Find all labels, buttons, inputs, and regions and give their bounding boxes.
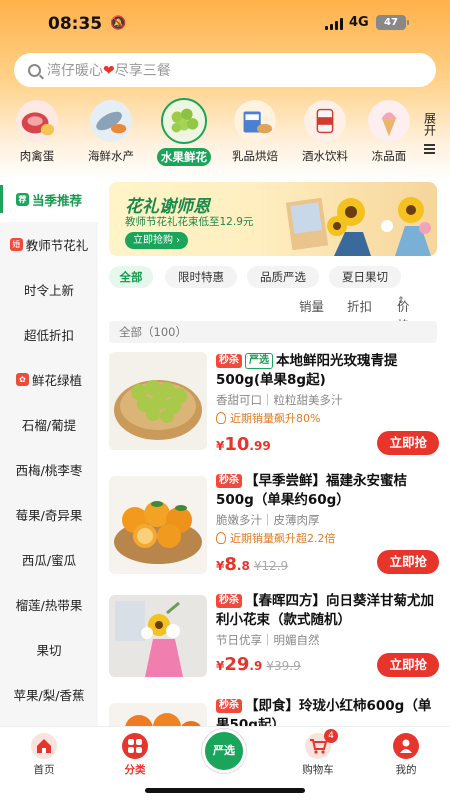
product-title: 秒杀 【春晖四方】向日葵洋甘菊尤加利小花束（款式随机） <box>216 593 434 628</box>
product-image-bouquet <box>109 595 207 677</box>
status-time: 08:35 <box>48 14 103 34</box>
sidebar-item-melon[interactable]: 西瓜/蜜瓜 <box>0 537 98 582</box>
category-meat[interactable]: 肉禽蛋 <box>6 98 68 164</box>
filter-chips: 全部 限时特惠 品质严选 夏日果切 <box>109 266 439 288</box>
product-card[interactable]: 秒杀 严选 本地鲜阳光玫瑰青提500g(单果8g起) 香甜可口｜粒粒甜美多汁 近期销… <box>109 352 439 462</box>
sales-trend: 近期销量飙升超2.2倍 <box>216 530 438 546</box>
flash-sale-badge: 秒杀 <box>216 699 242 713</box>
sidebar-item-teachers-day[interactable]: 婚 教师节花礼 <box>0 222 98 267</box>
seafood-icon <box>88 98 134 144</box>
fire-icon <box>216 412 226 424</box>
sidebar-item-flowers[interactable]: ✿ 鲜花绿植 <box>0 357 98 402</box>
sales-trend: 近期销量飙升80% <box>216 410 438 426</box>
product-image-persimmons <box>109 703 207 726</box>
meat-icon <box>14 98 60 144</box>
sort-bar: 销量 折扣 价格 ⇕ <box>299 296 410 333</box>
menu-lines-icon <box>420 144 438 154</box>
sidebar-item-apple[interactable]: 苹果/梨/香蕉 <box>0 672 98 717</box>
tab-category[interactable]: 分类 <box>105 733 165 777</box>
network-label: 4G <box>349 15 369 30</box>
product-subtitle: 香甜可口｜粒粒甜美多汁 <box>216 393 343 407</box>
product-subtitle: 节日优享｜明媚自然 <box>216 633 320 647</box>
sort-sales[interactable]: 销量 <box>299 296 324 315</box>
tab-home[interactable]: 首页 <box>14 733 74 777</box>
product-price: ¥29.9 ¥39.9 <box>216 654 301 675</box>
category-dairy[interactable]: 乳品烘焙 <box>224 98 286 164</box>
sort-discount[interactable]: 折扣 <box>347 296 372 315</box>
original-price: ¥12.9 <box>253 559 289 573</box>
dairy-icon <box>232 98 278 144</box>
product-price: ¥10.99 <box>216 434 271 455</box>
fruit-icon <box>161 98 207 144</box>
product-card[interactable]: 秒杀 【早季尝鲜】福建永安蜜桔500g（单果约60g） 脆嫩多汁｜皮薄肉厚 近期销… <box>109 472 439 582</box>
frozen-icon <box>366 98 412 144</box>
filter-quality[interactable]: 品质严选 <box>247 266 319 288</box>
home-indicator <box>145 788 305 793</box>
flash-sale-badge: 秒杀 <box>216 474 242 488</box>
teachers-day-tag-icon: 婚 <box>9 238 23 251</box>
signal-icon <box>325 18 343 30</box>
original-price: ¥39.9 <box>266 659 301 673</box>
search-icon <box>28 63 41 77</box>
sidebar-item-discount[interactable]: 超低折扣 <box>0 312 98 357</box>
sort-arrows-icon: ⇕ <box>397 296 405 306</box>
product-title: 秒杀 严选 本地鲜阳光玫瑰青提500g(单果8g起) <box>216 353 398 388</box>
tab-profile[interactable]: 我的 <box>376 733 436 777</box>
fire-icon <box>216 532 226 544</box>
heart-icon: ❤ <box>103 63 115 79</box>
status-bar: 08:35 🔕 4G 47 <box>0 0 450 46</box>
expand-categories-button[interactable]: 展开 <box>420 112 438 156</box>
banner-buy-button[interactable]: 立即抢购 › <box>125 232 189 249</box>
sidebar-item-seasonal[interactable]: 荐 当季推荐 <box>0 177 98 222</box>
sidebar-item-plum[interactable]: 西梅/桃李枣 <box>0 447 98 492</box>
drinks-icon <box>302 98 348 144</box>
sidebar-item-new-season[interactable]: 时令上新 <box>0 267 98 312</box>
category-frozen[interactable]: 冻品面 <box>358 98 420 164</box>
bouquet-image <box>285 197 431 256</box>
cart-count-badge: 4 <box>324 729 338 743</box>
filter-all[interactable]: 全部 <box>109 266 153 288</box>
strict-select-badge: 严选 <box>245 353 273 369</box>
strict-select-icon: 严选 <box>213 744 235 757</box>
product-subtitle: 脆嫩多汁｜皮薄肉厚 <box>216 513 320 527</box>
product-title: 秒杀 【即食】玲珑小红柿600g（单果50g起） <box>216 698 432 726</box>
filter-summer-fruit-cut[interactable]: 夏日果切 <box>329 266 401 288</box>
sidebar-item-berries[interactable]: 莓果/奇异果 <box>0 492 98 537</box>
product-count: 全部（100） <box>109 321 437 343</box>
category-sidebar: 荐 当季推荐 婚 教师节花礼 时令上新 超低折扣 ✿ 鲜花绿植 石榴/葡提 西梅… <box>0 177 98 729</box>
product-card[interactable]: 秒杀 【即食】玲珑小红柿600g（单果50g起） <box>109 697 439 726</box>
banner-subtitle: 教师节花礼花束低至12.9元 <box>125 216 254 228</box>
product-title: 秒杀 【早季尝鲜】福建永安蜜桔500g（单果约60g） <box>216 473 407 508</box>
profile-icon <box>393 733 419 759</box>
category-drinks[interactable]: 酒水饮料 <box>294 98 356 164</box>
tab-strict-select[interactable]: 严选 <box>202 729 246 773</box>
search-input[interactable]: 湾仔暖心❤尽享三餐 <box>14 53 436 87</box>
product-image-grapes <box>109 352 207 450</box>
product-card[interactable]: 秒杀 【春晖四方】向日葵洋甘菊尤加利小花束（款式随机） 节日优享｜明媚自然 ¥29… <box>109 592 439 692</box>
buy-now-button[interactable]: 立即抢 <box>377 550 439 574</box>
filter-limited-offer[interactable]: 限时特惠 <box>165 266 237 288</box>
sidebar-item-durian[interactable]: 榴莲/热带果 <box>0 582 98 627</box>
mute-bell-icon: 🔕 <box>110 16 127 31</box>
battery-icon: 47 <box>376 15 409 30</box>
buy-now-button[interactable]: 立即抢 <box>377 431 439 455</box>
buy-now-button[interactable]: 立即抢 <box>377 653 439 677</box>
category-icon <box>122 733 148 759</box>
category-seafood[interactable]: 海鲜水产 <box>80 98 142 164</box>
promo-banner[interactable]: 花礼谢师恩 教师节花礼花束低至12.9元 立即抢购 › <box>109 182 437 256</box>
tab-cart[interactable]: 4 购物车 <box>288 729 348 777</box>
category-row: 肉禽蛋 海鲜水产 水果鲜花 乳品烘焙 酒水饮料 冻品面 <box>0 98 450 168</box>
sidebar-item-pomegranate[interactable]: 石榴/葡提 <box>0 402 98 447</box>
category-fruit[interactable]: 水果鲜花 <box>153 98 215 166</box>
flash-sale-badge: 秒杀 <box>216 594 242 608</box>
sidebar-item-fruit-cut[interactable]: 果切 <box>0 627 98 672</box>
search-placeholder: 湾仔暖心❤尽享三餐 <box>47 63 171 79</box>
product-image-tangerines <box>109 476 207 574</box>
home-icon <box>31 733 57 759</box>
recommend-tag-icon: 荐 <box>15 193 29 206</box>
flash-sale-badge: 秒杀 <box>216 354 242 368</box>
flower-tag-icon: ✿ <box>15 373 29 386</box>
product-price: ¥8.8 ¥12.9 <box>216 554 289 575</box>
